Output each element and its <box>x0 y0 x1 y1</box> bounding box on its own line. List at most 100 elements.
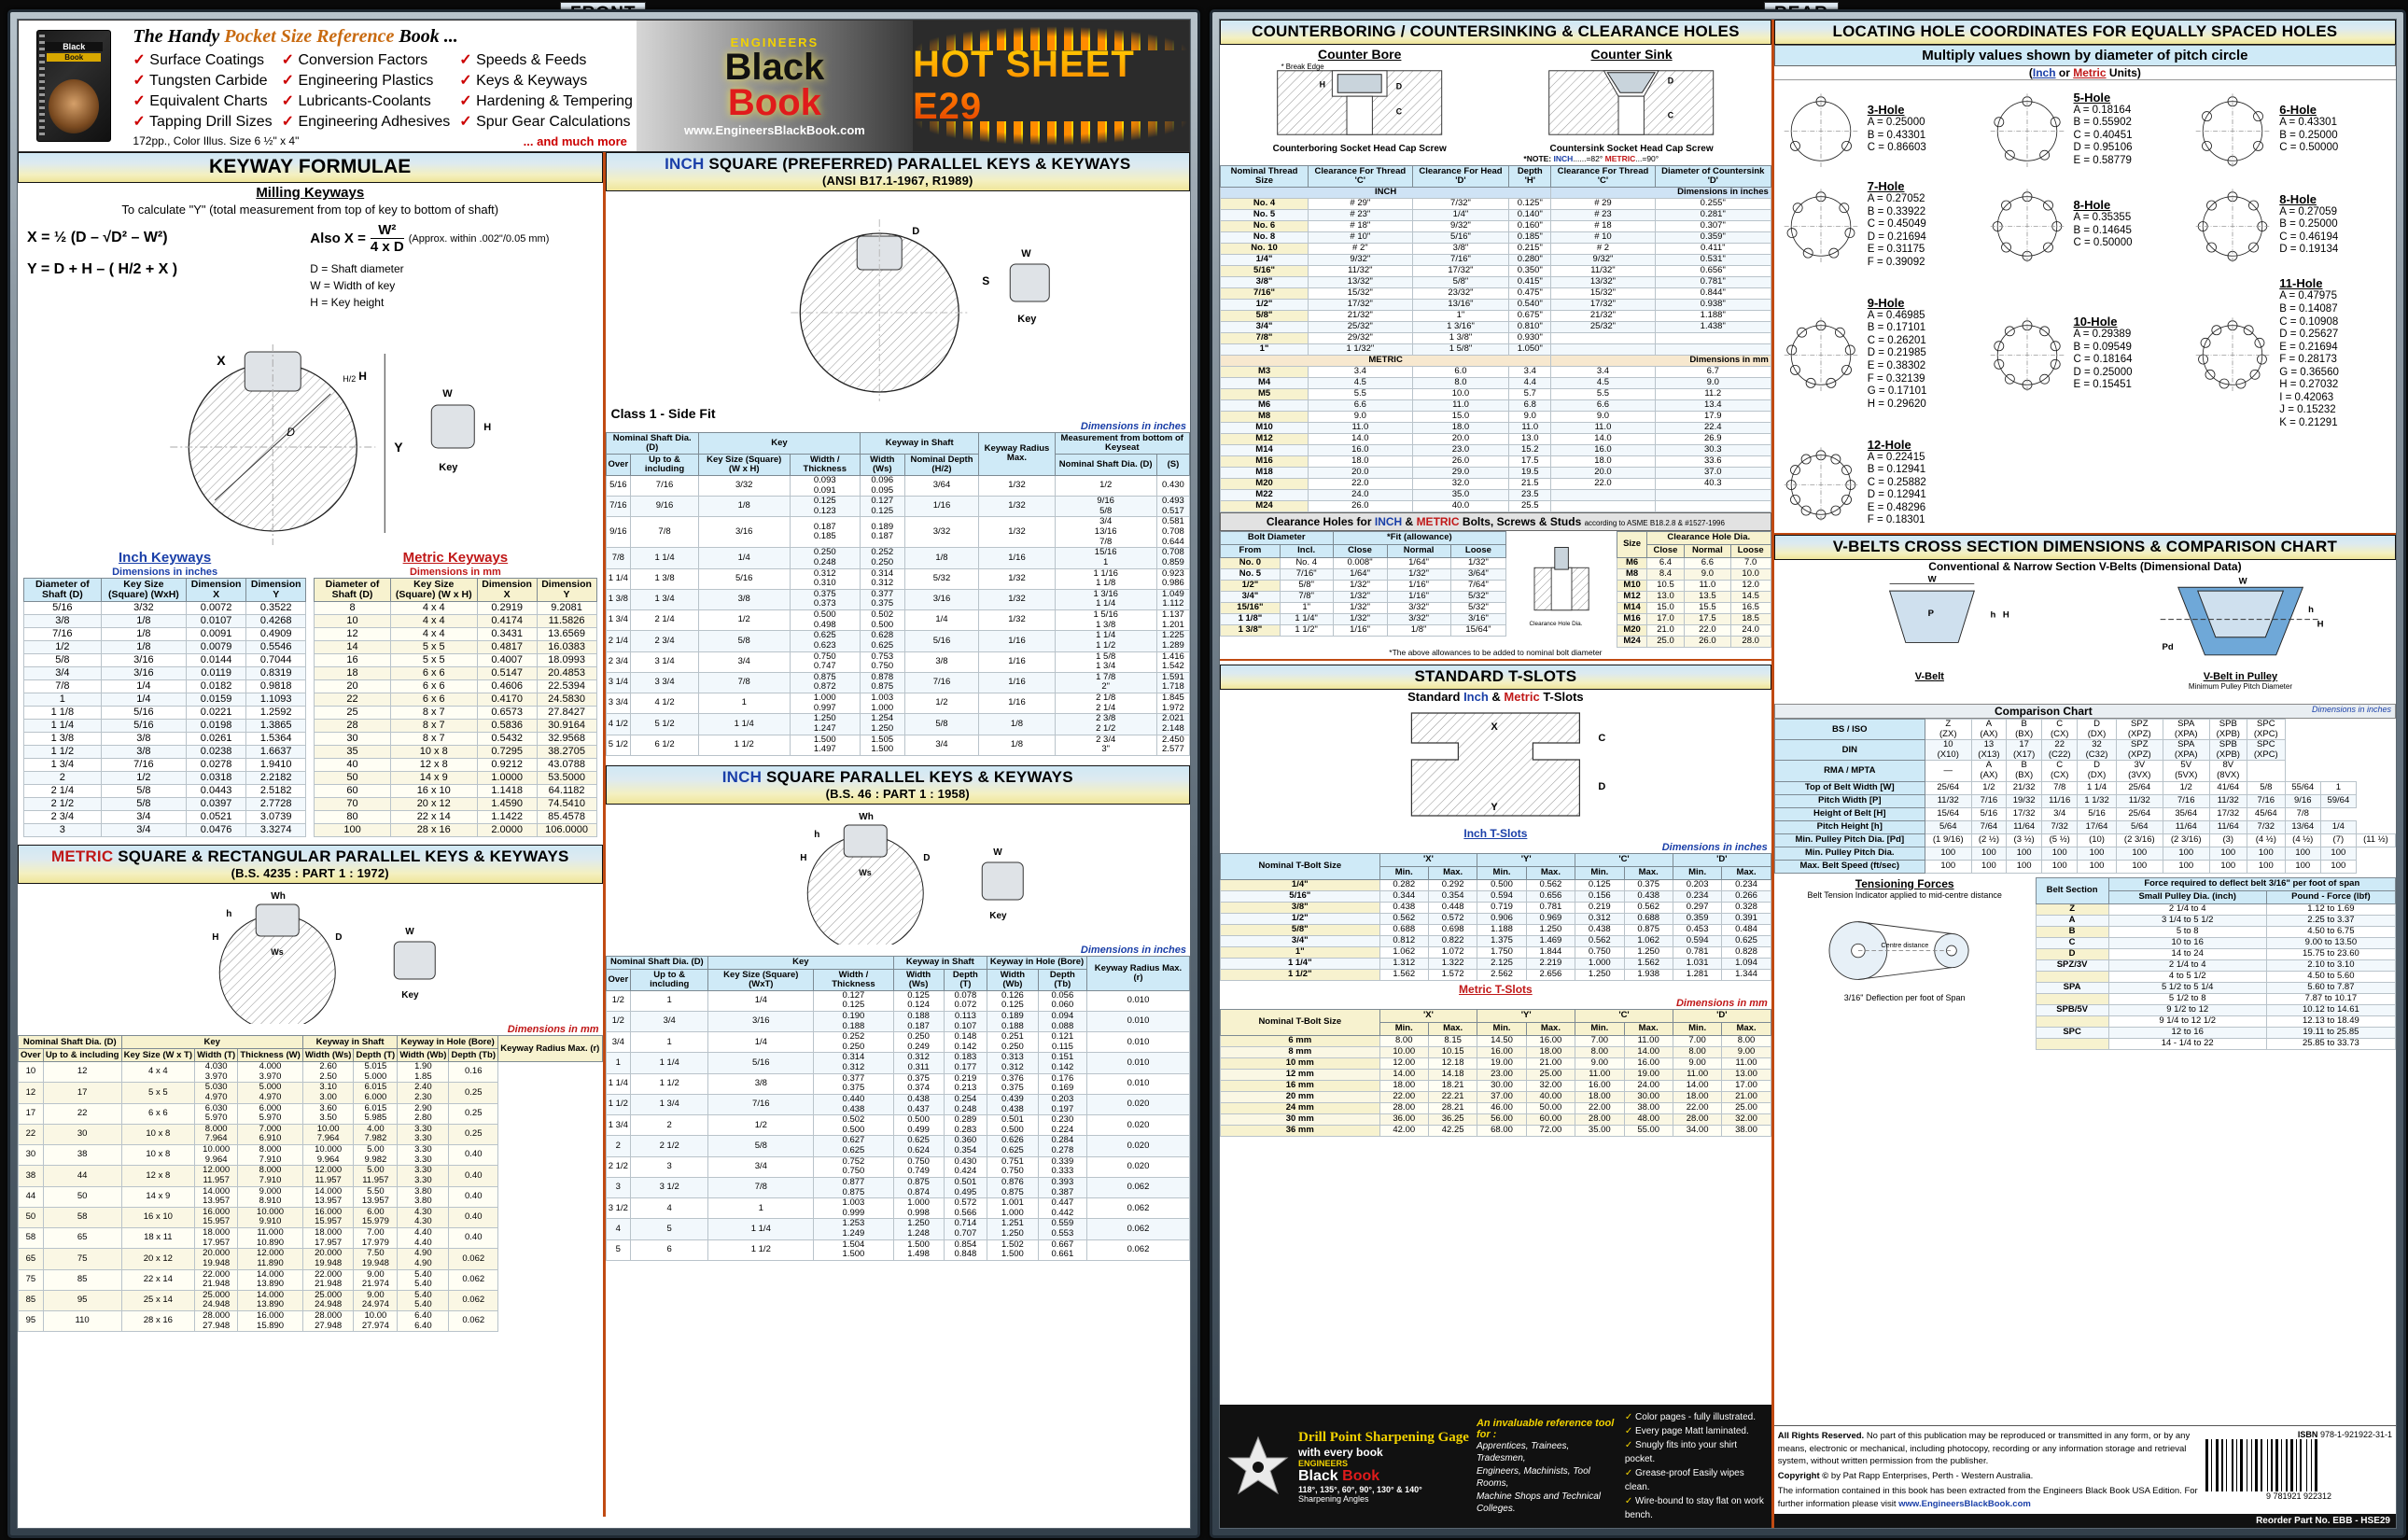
hole-pattern-title: 12-Hole <box>1867 437 1911 452</box>
table-row: 2 1/2 5/8 0.0397 2.7728 <box>23 797 307 812</box>
table-cell: No. 5 <box>1220 567 1281 581</box>
table-cell: 2 1/2 <box>605 1155 632 1178</box>
table-cell: 100 <box>2077 859 2117 874</box>
table-row: 3 1/4 3 3/4 7/8 0.875 0.872 0.878 0.875 7/16 1/1… <box>605 671 1191 694</box>
barcode-bar <box>2211 1439 2212 1492</box>
table-cell: 14.50 <box>1477 1034 1527 1047</box>
table-row: M22 24.0 35.0 23.5 <box>1219 488 1771 501</box>
barcode-bar <box>2290 1439 2293 1492</box>
table-cell: 16.5 <box>1729 601 1771 614</box>
table-cell: 3.30 3.30 <box>397 1144 450 1167</box>
table-cell: 7/16 <box>100 758 188 773</box>
table-cell: 0.203 <box>1672 878 1723 891</box>
table-cell: 1.049 1.112 <box>1155 588 1191 611</box>
table-cell: 16.0383 <box>536 640 597 655</box>
keyway-intro: To calculate "Y" (total measurement from… <box>121 203 499 217</box>
website-link[interactable]: www.EngineersBlackBook.com <box>684 123 865 137</box>
table-cell: 0.314 0.312 <box>813 1052 894 1074</box>
table-cell: 0.188 0.187 <box>892 1010 945 1033</box>
comparison-chart-title: Comparison Chart Dimensions in inches <box>1773 703 2396 719</box>
vbelt-dim-label: Pitch Width [P] <box>1773 793 1925 808</box>
table-cell: 1 <box>605 1052 632 1074</box>
table-cell: 0.282 <box>1379 878 1429 891</box>
table-row: M14 15.0 15.5 16.5 <box>1617 601 1771 614</box>
table-cell: 9/16 <box>630 496 699 518</box>
table-cell: 1/32 <box>978 516 1056 549</box>
table-cell: 8.000 7.910 <box>237 1144 303 1167</box>
table-row: Max. Belt Speed (ft/sec) 100 100 100 100 100 1… <box>1773 859 2395 874</box>
table-cell: 1 1/4 <box>605 1072 632 1095</box>
table-sub-header-row: Over Up to & including Key Size (Square) … <box>605 453 1191 476</box>
table-cell: 3V (3VX) <box>2115 760 2163 782</box>
table-row: M8 9.0 15.0 9.0 9.0 17.9 <box>1219 410 1771 423</box>
table-cell: 9.00 24.974 <box>353 1289 399 1312</box>
table-cell: 1.253 1.249 <box>813 1218 894 1240</box>
table-cell: 21/32 <box>2006 780 2043 795</box>
table-cell: 5/16 <box>707 1052 815 1074</box>
table-row: 3 1/2 4 1 1.003 0.999 1.000 0.998 0.572 0.566 1.0… <box>605 1197 1191 1220</box>
svg-text:W: W <box>2239 576 2247 586</box>
table-cell: B (BX) <box>2006 718 2043 741</box>
table-cell: D (DX) <box>2077 760 2117 782</box>
table-cell: 2.562 <box>1477 968 1527 981</box>
table-cell: 0.453 <box>1672 923 1723 936</box>
table-cell: 4.50 to 5.60 <box>2265 970 2396 983</box>
table-cell: 5 x 5 <box>120 1082 196 1104</box>
table-cell: 1/16" <box>1386 579 1451 592</box>
table-row: 7/8 1 1/4 1/4 0.250 0.248 0.252 0.250 1/8 1/16 15… <box>605 547 1191 569</box>
bs46-units: Dimensions in inches <box>1080 944 1186 956</box>
footer-website-link[interactable]: www.EngineersBlackBook.com <box>1898 1499 2031 1509</box>
table-cell: 1.591 1.718 <box>1155 671 1191 694</box>
table-cell: 53.5000 <box>536 771 597 786</box>
table-cell: 36.25 <box>1427 1113 1478 1126</box>
table-cell: 13.6569 <box>536 627 597 642</box>
table-cell: 8 <box>314 601 391 616</box>
table-row: 84 x 4 0.2919 9.2081 <box>314 601 597 616</box>
table-cell: 64.1182 <box>536 784 597 799</box>
table-cell: 0.562 <box>1525 878 1576 891</box>
table-cell: 6.000 5.970 <box>237 1102 303 1125</box>
table-cell: 0.0091 <box>186 627 247 642</box>
table-cell: 0.096 0.095 <box>859 474 905 497</box>
table-cell: 43.0788 <box>536 758 597 773</box>
table-cell: 60.00 <box>1525 1113 1576 1126</box>
svg-text:X: X <box>217 353 226 368</box>
table-cell: 5 <box>605 1239 632 1261</box>
table-cell: 1/16 <box>978 692 1056 715</box>
table-cell: 6.015 6.000 <box>353 1082 399 1104</box>
table-cell: 85 <box>18 1289 44 1312</box>
table-row: 5/16" 0.344 0.354 0.594 0.656 0.156 0.438 0.234… <box>1220 889 1771 903</box>
table-row: 7/8 1/4 0.0182 0.9818 <box>23 679 307 694</box>
table-cell: 1 1/2 <box>630 1072 709 1095</box>
table-row: 1 1/4 1 1/2 3/8 0.377 0.375 0.375 0.374 0.219 0.… <box>605 1072 1191 1095</box>
barcode-bar <box>2255 1439 2258 1492</box>
table-cell: 3/16 <box>707 1010 815 1033</box>
table-cell: 25/32" <box>1550 320 1656 333</box>
table-cell: 25.000 24.948 <box>301 1289 355 1312</box>
table-cell: 0.312 0.310 <box>789 567 861 590</box>
barcode-bar <box>2216 1439 2219 1492</box>
table-cell: 38.00 <box>1721 1124 1771 1137</box>
table-cell: 0.189 0.187 <box>859 516 905 549</box>
table-cell: 1/8 <box>100 614 188 629</box>
table-cell: 11.00 <box>1672 1068 1723 1081</box>
tension-forces-title: Tensioning Forces <box>1855 876 1954 890</box>
table-cell: 11.5826 <box>536 614 597 629</box>
legend-h: H = Key height <box>310 296 385 309</box>
table-cell: 1 5/16 1 3/8 <box>1054 609 1157 632</box>
table-cell: SPB/5V <box>2035 1003 2109 1016</box>
table-cell: 1/32 <box>978 567 1056 590</box>
table-row: M20 21.0 22.0 24.0 <box>1617 623 1771 637</box>
table-cell: 0.781 <box>1672 945 1723 959</box>
table-cell: 5V (5VX) <box>2162 760 2210 782</box>
table-cell: 14 to 24 <box>2107 947 2267 960</box>
table-cell: 1/32" <box>1449 556 1507 569</box>
hole-coordinate-value: D = 0.19134 <box>2279 244 2339 256</box>
table-row: 1/2" 17/32" 13/16" 0.540" 17/32" 0.938" <box>1219 298 1771 311</box>
barcode-bar <box>2228 1439 2231 1491</box>
table-cell <box>2035 992 2109 1005</box>
table-cell: 3/4 <box>2041 806 2079 821</box>
table-row: 3/4" 0.812 0.822 1.375 1.469 0.562 1.062 0.594 0… <box>1220 934 1771 947</box>
hole-coordinate-value: F = 0.18301 <box>1867 514 1925 526</box>
table-cell: 9/16 <box>2284 793 2321 808</box>
